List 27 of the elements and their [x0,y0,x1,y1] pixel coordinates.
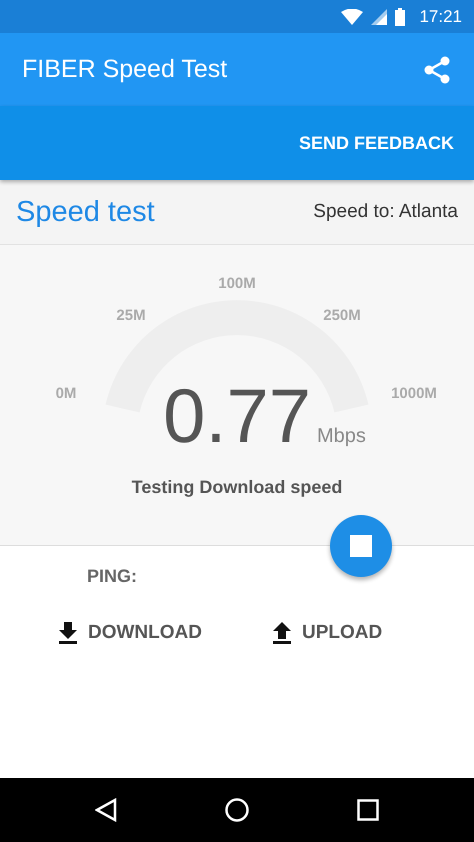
stop-icon [350,535,372,557]
gauge-tick-label: 100M [218,275,256,292]
test-status: Testing Download speed [130,477,344,498]
app-title: FIBER Speed Test [22,55,228,84]
status-time: 17:21 [419,6,462,26]
section-title: Speed test [16,196,155,228]
back-icon[interactable] [95,798,117,822]
speed-unit: Mbps [317,425,366,448]
download-label: DOWNLOAD [88,622,202,644]
gauge-tick-label: 0M [56,385,76,402]
gauge-tick-label: 25M [116,307,146,324]
recents-icon[interactable] [357,799,379,821]
download-icon [58,622,78,644]
server-label: Speed to: Atlanta [313,201,458,223]
share-icon[interactable] [424,56,450,84]
upload-label: UPLOAD [302,622,382,644]
upload-icon [272,622,292,644]
signal-icon [371,8,388,24]
ping-label: PING: [87,566,138,587]
home-icon[interactable] [225,798,249,822]
wifi-icon [341,8,364,24]
stop-button[interactable] [330,515,392,577]
battery-icon [395,8,406,26]
gauge-tick-label: 1000M [391,385,437,402]
send-feedback-button[interactable]: SEND FEEDBACK [298,126,454,160]
gauge-tick-label: 250M [323,307,361,324]
speed-value: 0.77 [163,373,311,460]
